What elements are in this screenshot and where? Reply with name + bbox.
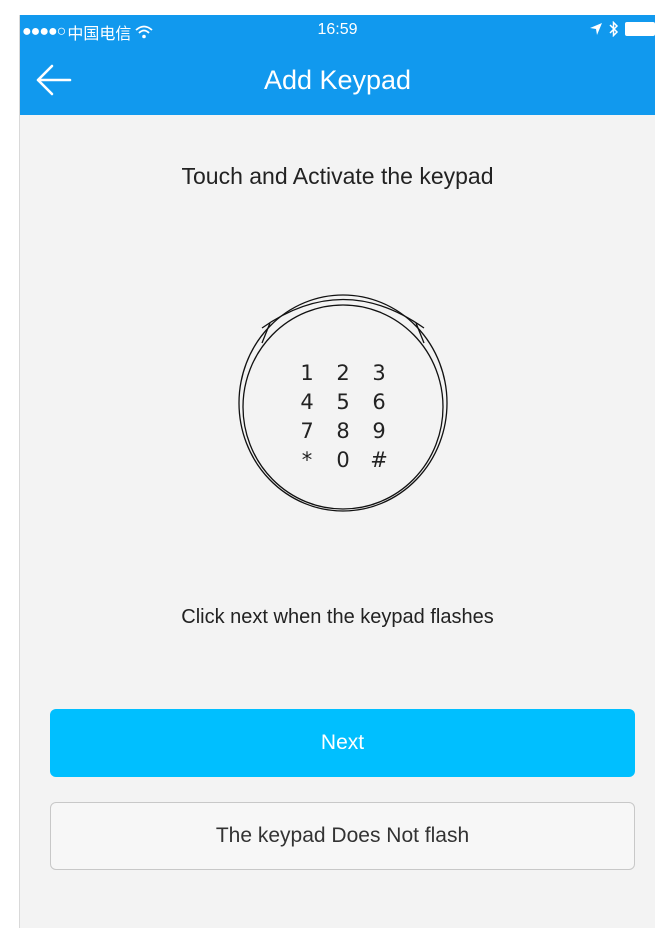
left-margin (0, 0, 17, 928)
keypad-key: 0 (336, 448, 349, 472)
keypad-key: 3 (372, 361, 385, 385)
keypad-key: 9 (372, 419, 385, 443)
next-button[interactable]: Next (50, 709, 635, 777)
battery-icon (625, 22, 655, 36)
instruction-heading: Touch and Activate the keypad (181, 163, 494, 189)
status-bar: ●●●●○ 中国电信 16:59 (20, 15, 655, 45)
nav-bar: Add Keypad (20, 45, 655, 115)
flash-hint: Click next when the keypad flashes (181, 606, 494, 628)
keypad-illustration: 1 2 3 4 5 6 7 8 9 * 0 # (238, 294, 448, 512)
keypad-key: * (302, 448, 313, 472)
keypad-key: 5 (336, 390, 349, 414)
status-time: 16:59 (317, 21, 358, 38)
keypad-key: 6 (372, 390, 385, 414)
keypad-key: 7 (300, 419, 313, 443)
keypad-key: 1 (300, 361, 313, 385)
keypad-key: # (370, 448, 388, 472)
status-icons (589, 21, 655, 37)
location-arrow-icon (590, 23, 602, 35)
page-title: Add Keypad (263, 65, 412, 95)
keypad-key: 8 (336, 419, 349, 443)
keypad-not-flash-button[interactable]: The keypad Does Not flash (50, 802, 635, 870)
bluetooth-icon (609, 21, 619, 37)
app-screen: ●●●●○ 中国电信 16:59 Add Keypad Touch and Ac… (20, 15, 655, 928)
keypad-key: 4 (300, 390, 313, 414)
keypad-key: 2 (336, 361, 349, 385)
keypad-keys: 1 2 3 4 5 6 7 8 9 * 0 # (300, 361, 387, 472)
